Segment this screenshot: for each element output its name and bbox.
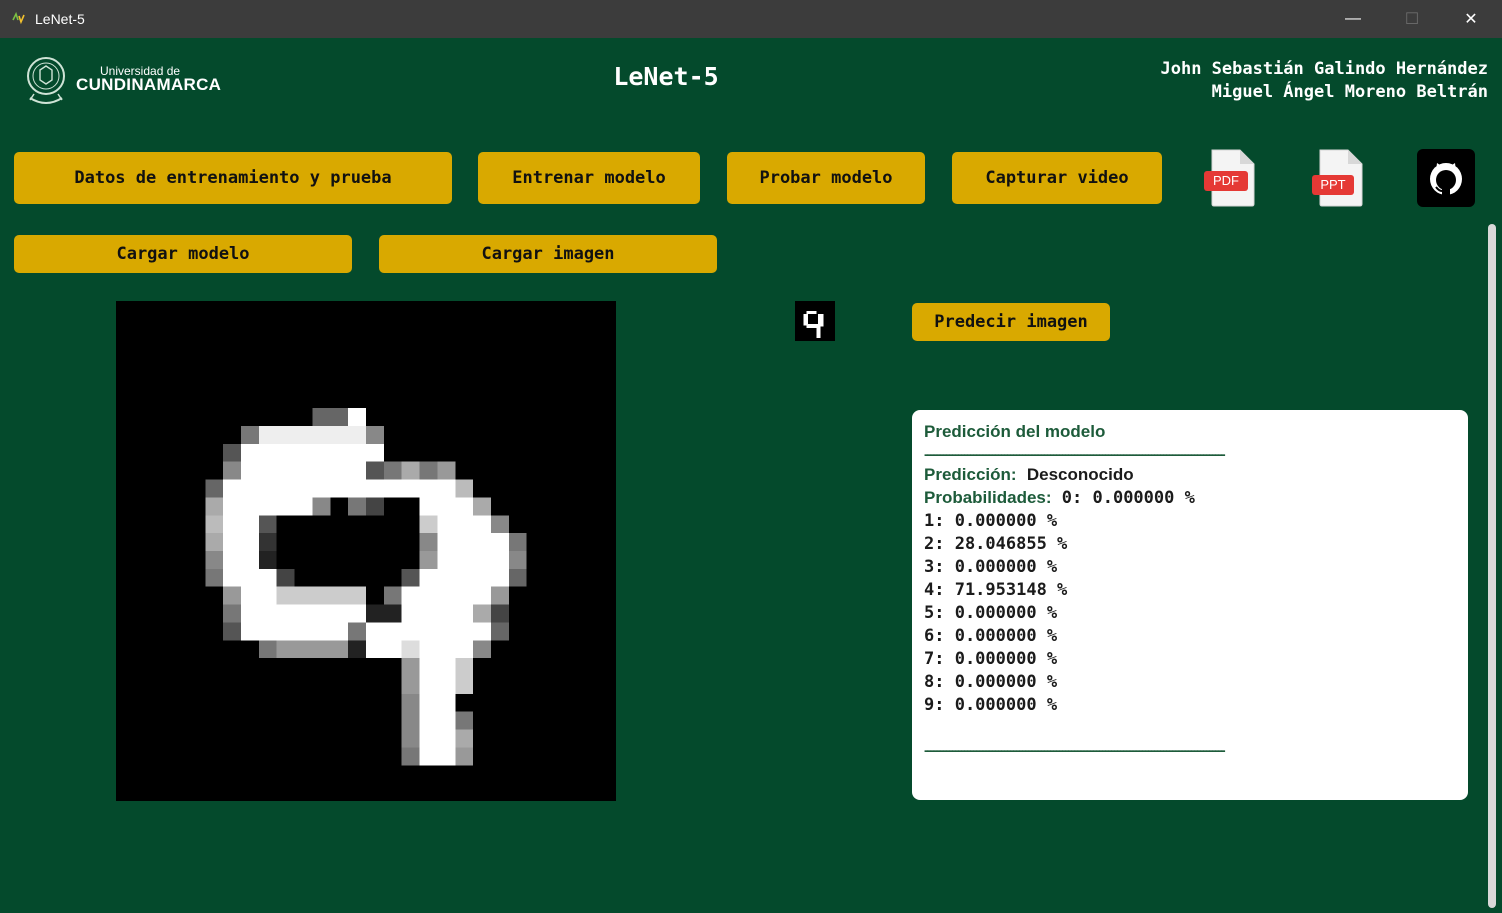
probability-4: 4: 71.953148 % xyxy=(924,580,1068,600)
python-icon xyxy=(12,11,25,25)
ppt-button[interactable]: PPT xyxy=(1310,148,1366,208)
panel-title: Predicción del modelo xyxy=(924,422,1106,441)
vertical-scrollbar[interactable] xyxy=(1488,224,1496,908)
train-model-button[interactable]: Entrenar modelo xyxy=(478,152,700,204)
capture-video-button[interactable]: Capturar video xyxy=(952,152,1162,204)
load-image-button[interactable]: Cargar imagen xyxy=(379,235,717,273)
separator-bottom: ----------------------------------------… xyxy=(924,742,1226,758)
author-2: Miguel Ángel Moreno Beltrán xyxy=(1211,82,1488,102)
app-title: LeNet-5 xyxy=(613,62,719,91)
probability-2: 2: 28.046855 % xyxy=(924,534,1068,554)
university-seal-icon xyxy=(27,57,65,104)
probability-0: 0: 0.000000 % xyxy=(1061,488,1195,508)
university-logo: Universidad de CUNDINAMARCA xyxy=(22,52,222,112)
github-button[interactable] xyxy=(1417,149,1475,207)
load-model-button[interactable]: Cargar modelo xyxy=(14,235,352,273)
prediction-value: Desconocido xyxy=(1026,465,1134,484)
probabilities-label: Probabilidades: xyxy=(924,488,1052,507)
digit-thumbnail-pixels xyxy=(803,311,824,339)
pdf-button[interactable]: PDF xyxy=(1204,148,1260,208)
close-button[interactable]: ✕ xyxy=(1448,0,1494,38)
window-title: LeNet-5 xyxy=(35,11,85,27)
digit-thumbnail xyxy=(795,301,835,341)
training-data-button[interactable]: Datos de entrenamiento y prueba xyxy=(14,152,452,204)
authors: John Sebastián Galindo Hernández Miguel … xyxy=(1160,58,1488,104)
probability-1: 1: 0.000000 % xyxy=(924,511,1058,531)
pdf-label: PDF xyxy=(1213,173,1239,188)
window-titlebar: LeNet-5 — ☐ ✕ xyxy=(0,0,1502,38)
probability-5: 5: 0.000000 % xyxy=(924,603,1058,623)
ppt-label: PPT xyxy=(1320,177,1346,192)
probability-6: 6: 0.000000 % xyxy=(924,626,1058,646)
probabilities-row: Probabilidades: 0: 0.000000 % xyxy=(924,488,1195,508)
probability-9: 9: 0.000000 % xyxy=(924,695,1058,715)
prediction-panel: Predicción del modelo ------------------… xyxy=(912,410,1468,800)
github-icon xyxy=(1430,163,1462,197)
probability-7: 7: 0.000000 % xyxy=(924,649,1058,669)
predict-image-button[interactable]: Predecir imagen xyxy=(912,303,1110,341)
probability-8: 8: 0.000000 % xyxy=(924,672,1058,692)
loaded-digit-image xyxy=(116,301,616,801)
separator-top: ----------------------------------------… xyxy=(924,446,1226,462)
prediction-row: Predicción: Desconocido xyxy=(924,465,1134,485)
logo-text-line2: CUNDINAMARCA xyxy=(76,75,222,94)
minimize-button[interactable]: — xyxy=(1330,0,1376,38)
prediction-label: Predicción: xyxy=(924,465,1017,484)
test-model-button[interactable]: Probar modelo xyxy=(727,152,925,204)
author-1: John Sebastián Galindo Hernández xyxy=(1160,59,1488,79)
probability-3: 3: 0.000000 % xyxy=(924,557,1058,577)
maximize-button[interactable]: ☐ xyxy=(1389,0,1435,38)
digit-pixels xyxy=(205,408,527,766)
